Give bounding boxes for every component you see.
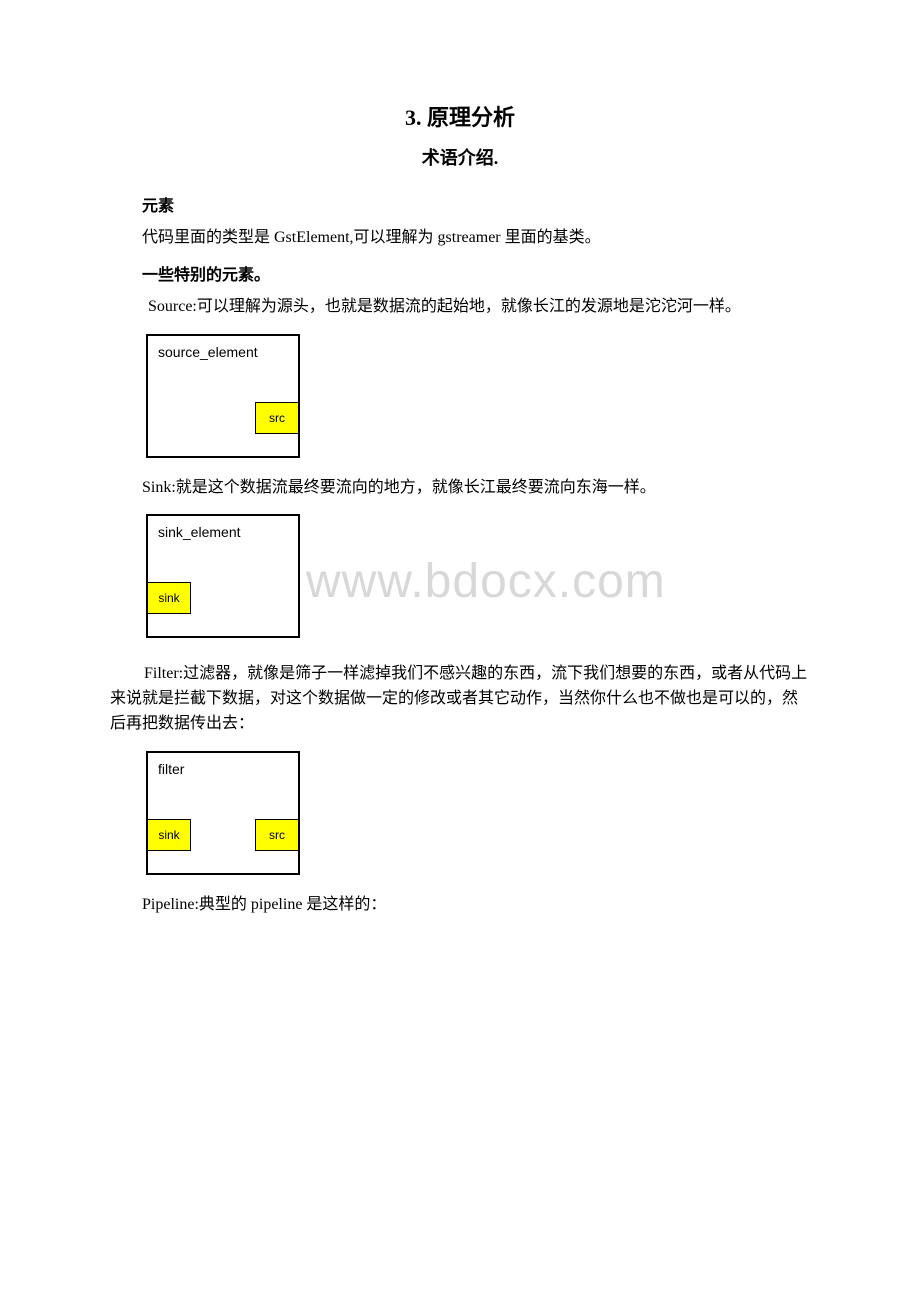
heading-element: 元素 bbox=[142, 192, 810, 216]
element-label: filter bbox=[158, 761, 184, 777]
element-box: filter sink src bbox=[146, 751, 300, 875]
element-box: source_element src bbox=[146, 334, 300, 458]
section-title: 3. 原理分析 bbox=[110, 100, 810, 132]
pad-sink: sink bbox=[147, 819, 191, 851]
text: Source:可以理解为源头，也就是数据流的起始地，就像长江的发源地是沱沱河一样… bbox=[144, 298, 741, 315]
paragraph: 代码里面的类型是 GstElement,可以理解为 gstreamer 里面的基… bbox=[142, 226, 810, 251]
pad-sink: sink bbox=[147, 582, 191, 614]
document-page: 3. 原理分析 术语介绍. 元素 代码里面的类型是 GstElement,可以理… bbox=[0, 0, 920, 1008]
paragraph-pipeline: Pipeline:典型的 pipeline 是这样的： bbox=[142, 893, 810, 918]
paragraph-source: Source:可以理解为源头，也就是数据流的起始地，就像长江的发源地是沱沱河一样… bbox=[110, 295, 810, 320]
element-label: sink_element bbox=[158, 524, 241, 540]
paragraph-filter: Filter:过滤器，就像是筛子一样滤掉我们不感兴趣的东西，流下我们想要的东西，… bbox=[110, 662, 810, 736]
pad-src: src bbox=[255, 819, 299, 851]
text: Filter:过滤器，就像是筛子一样滤掉我们不感兴趣的东西，流下我们想要的东西，… bbox=[110, 665, 807, 732]
element-box: sink_element sink bbox=[146, 514, 300, 638]
heading-special-elements: 一些特别的元素。 bbox=[142, 261, 810, 285]
element-label: source_element bbox=[158, 344, 258, 360]
watermark-text: www.bdocx.com bbox=[306, 554, 666, 609]
diagram-sink-element: sink_element sink www.bdocx.com bbox=[146, 514, 810, 644]
diagram-source-element: source_element src bbox=[146, 334, 810, 458]
pad-src: src bbox=[255, 402, 299, 434]
paragraph-sink: Sink:就是这个数据流最终要流向的地方，就像长江最终要流向东海一样。 bbox=[142, 476, 810, 501]
diagram-filter-element: filter sink src bbox=[146, 751, 810, 875]
section-subtitle: 术语介绍. bbox=[110, 144, 810, 170]
